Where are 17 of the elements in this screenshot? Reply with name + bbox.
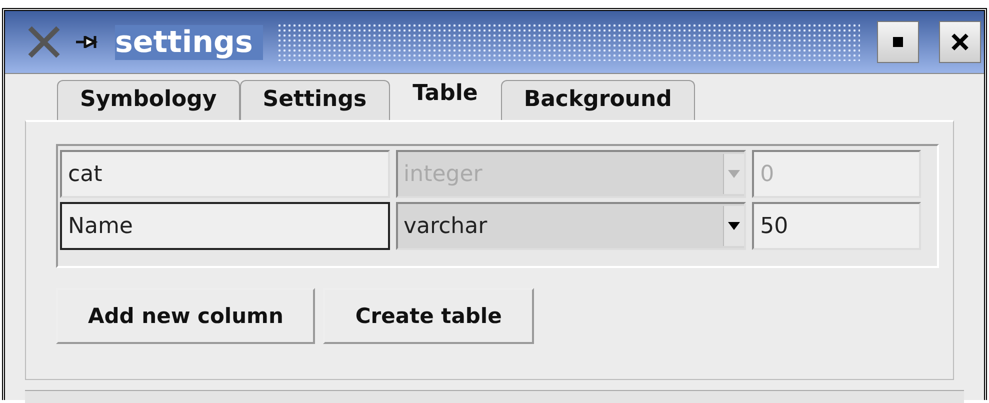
square-icon (893, 37, 903, 47)
name-field[interactable]: Name (60, 202, 390, 250)
close-button[interactable] (939, 21, 981, 63)
x-logo-icon (27, 25, 61, 59)
action-button[interactable]: Add new column (56, 288, 316, 344)
caret-icon (728, 222, 740, 230)
tab[interactable]: Settings (240, 80, 390, 120)
tab[interactable]: Symbology (57, 80, 240, 120)
size-field[interactable]: 50 (752, 202, 922, 250)
action-button[interactable]: Create table (323, 288, 534, 344)
type-dropdown[interactable]: varchar (396, 202, 746, 250)
minimize-button[interactable] (877, 21, 919, 63)
caret-icon (728, 170, 740, 178)
close-icon (951, 33, 969, 51)
window-title: settings (115, 24, 263, 60)
type-value: varchar (404, 214, 488, 238)
tab[interactable]: Background (500, 80, 695, 120)
